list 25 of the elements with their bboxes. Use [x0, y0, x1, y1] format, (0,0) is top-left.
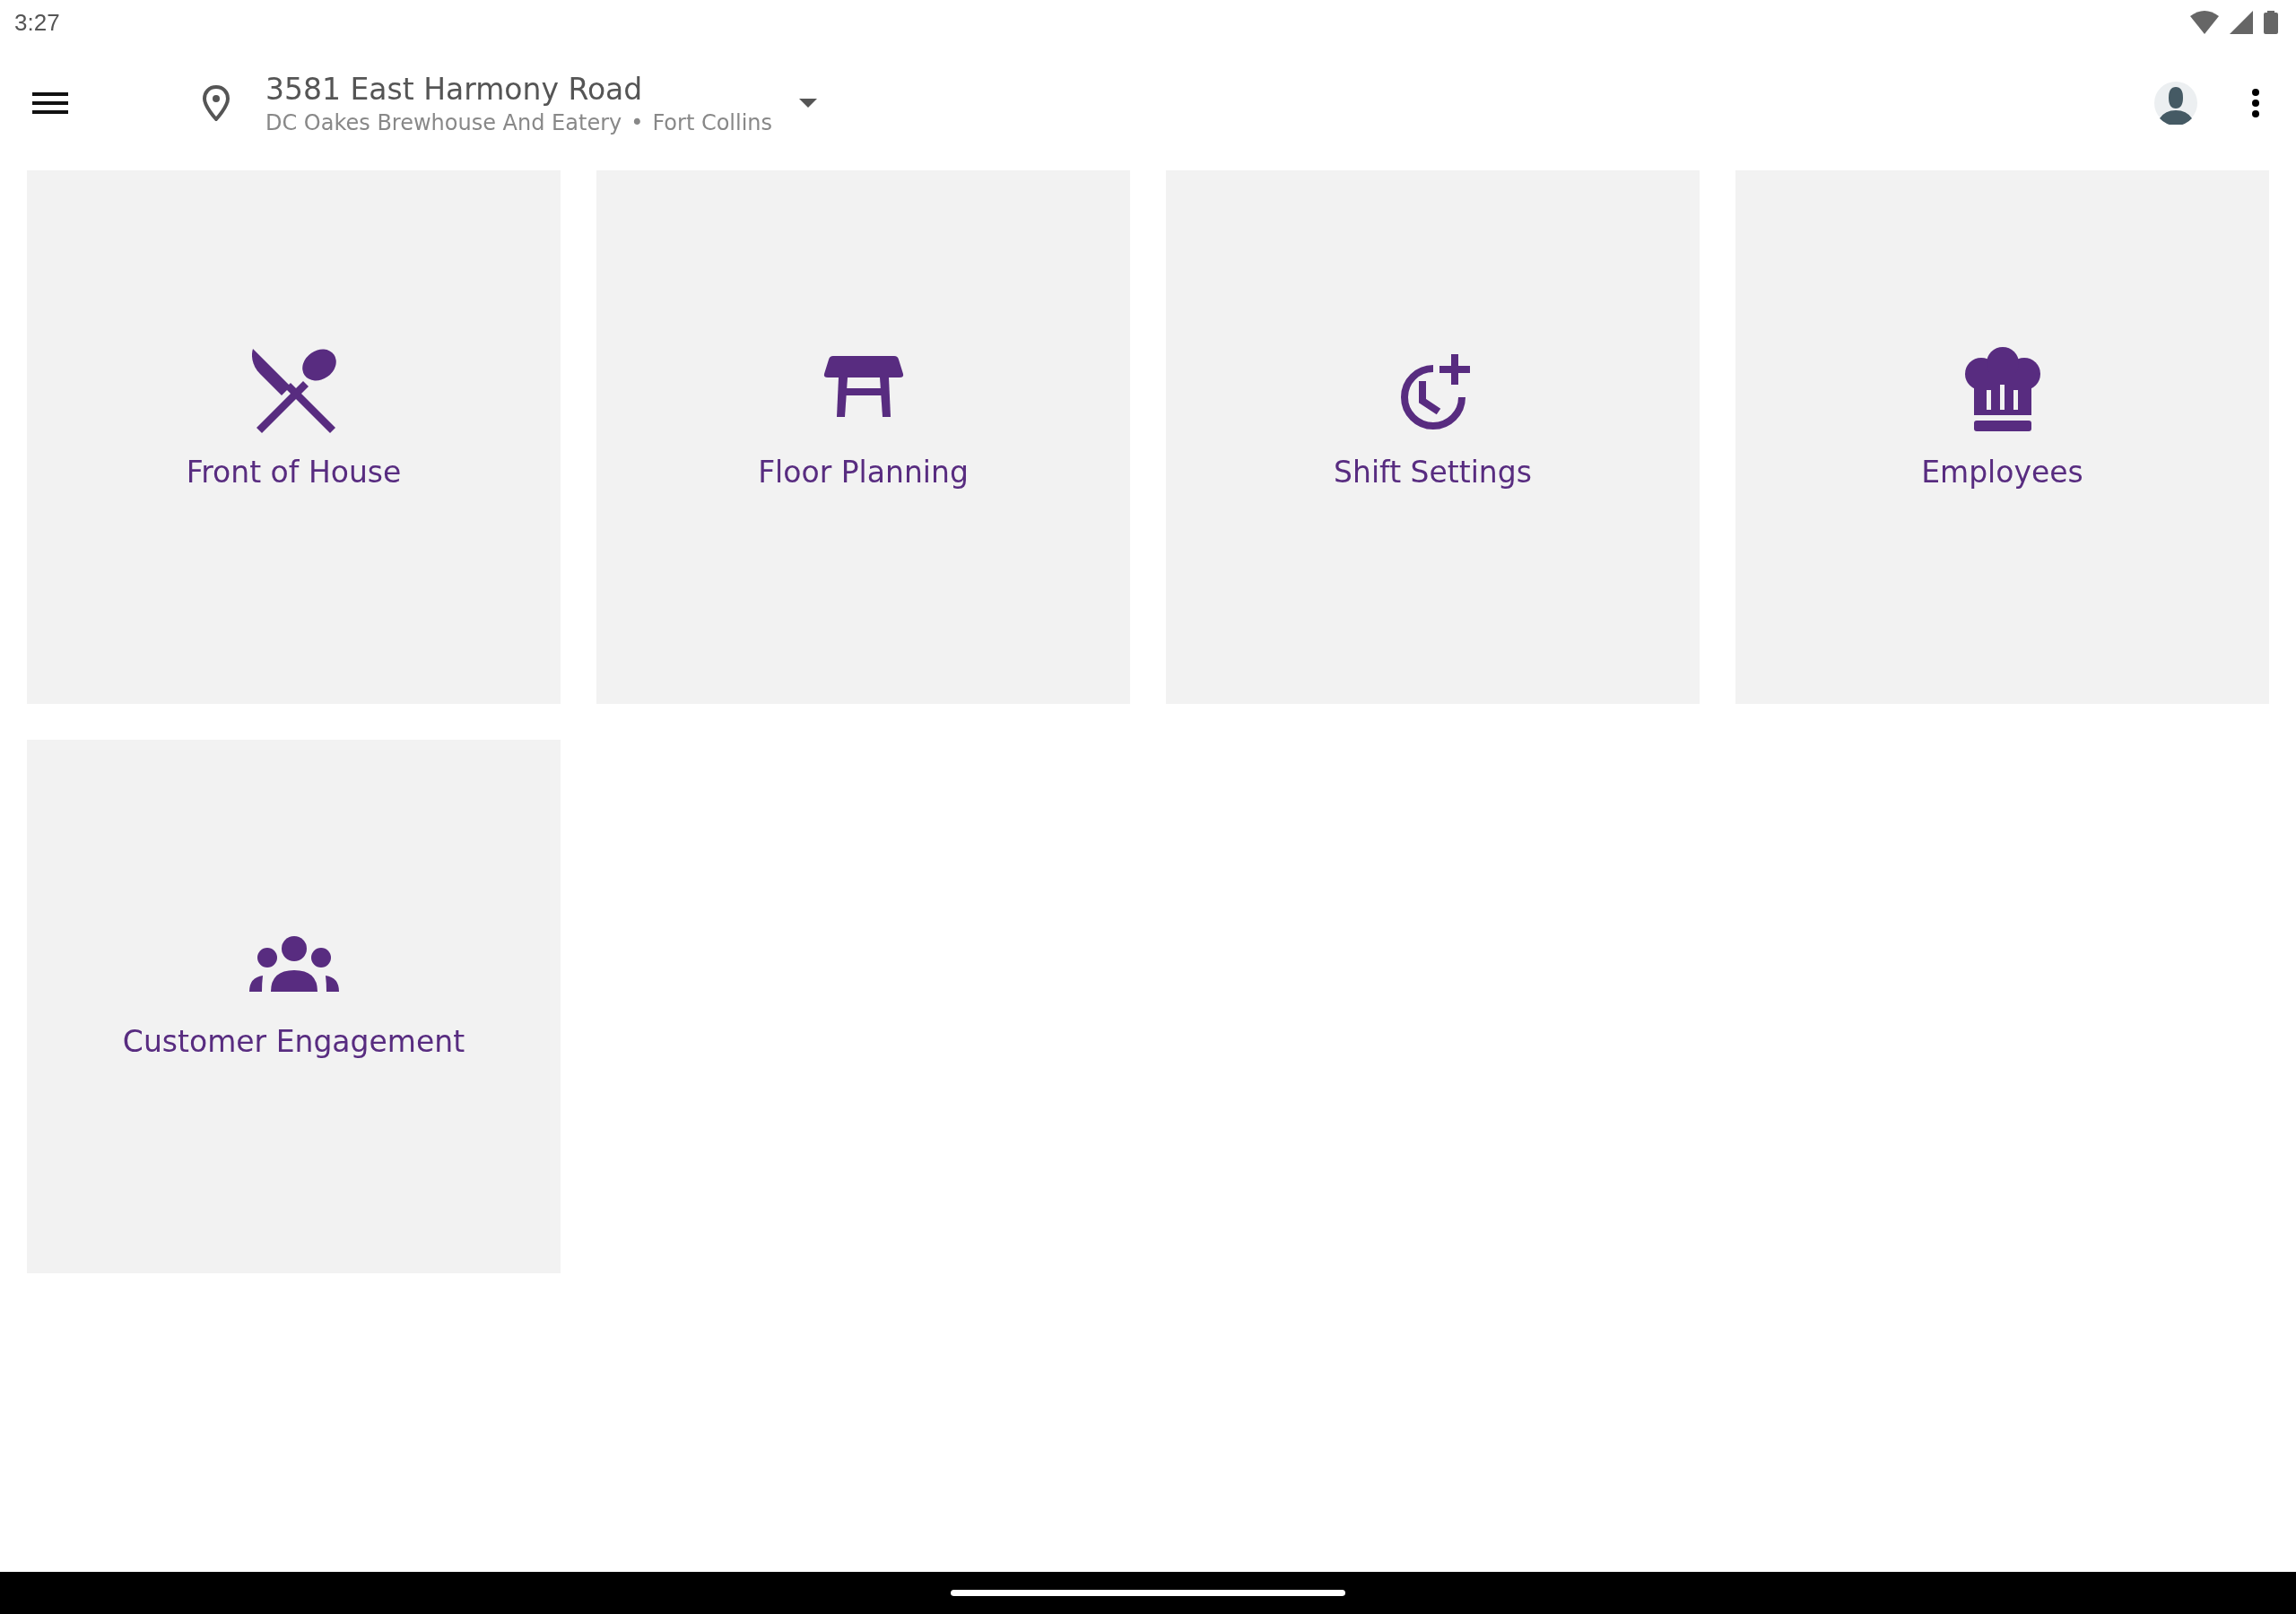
tile-label: Floor Planning	[758, 455, 969, 490]
tile-label: Shift Settings	[1334, 455, 1532, 490]
wifi-icon	[2190, 11, 2219, 34]
avatar-icon[interactable]	[2154, 82, 2197, 125]
venue-name: DC Oakes Brewhouse And Eatery	[265, 109, 622, 135]
signal-icon	[2230, 11, 2253, 34]
tile-label: Customer Engagement	[122, 1024, 465, 1059]
menu-tile[interactable]: Customer Engagement	[27, 740, 561, 1273]
city-name: Fort Collins	[652, 109, 773, 135]
tile-label: Employees	[1921, 455, 2083, 490]
menu-tile[interactable]: Shift Settings	[1166, 170, 1700, 704]
location-title: 3581 East Harmony Road	[265, 71, 644, 107]
menu-tile[interactable]: Employees	[1735, 170, 2269, 704]
menu-button[interactable]	[32, 90, 68, 117]
clock-time: 3:27	[14, 8, 60, 37]
more-options-icon[interactable]	[2251, 88, 2260, 118]
separator-dot: •	[631, 109, 644, 135]
menu-tile[interactable]: Front of House	[27, 170, 561, 704]
home-handle[interactable]	[951, 1590, 1345, 1596]
menu-tile[interactable]: Floor Planning	[596, 170, 1130, 704]
battery-icon	[2264, 11, 2278, 34]
group-icon	[248, 936, 339, 994]
location-pin-icon	[203, 85, 230, 121]
dropdown-caret-icon[interactable]	[799, 99, 818, 108]
tile-label: Front of House	[186, 455, 402, 490]
